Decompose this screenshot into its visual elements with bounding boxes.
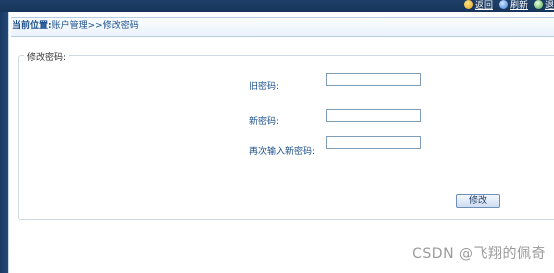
home-icon <box>463 0 473 9</box>
breadcrumb-prefix: 当前位置: <box>12 21 52 31</box>
breadcrumb: 当前位置:账户管理>>修改密码 <box>11 17 554 37</box>
watermark: CSDN @飞翔的佩奇 <box>412 246 546 262</box>
change-password-fieldset: 修改密码: 旧密码: 新密码: 再次输入新密码: 修改 <box>18 50 554 220</box>
left-sidebar-strip <box>0 12 8 273</box>
top-link-return[interactable]: 返回 <box>463 0 493 11</box>
top-links: 返回 刷新 退 <box>458 0 554 11</box>
old-password-label: 旧密码: <box>249 82 280 92</box>
confirm-password-input[interactable] <box>326 136 421 149</box>
submit-change-button[interactable]: 修改 <box>456 194 500 208</box>
exit-icon <box>533 0 543 9</box>
top-bar: 返回 刷新 退 <box>0 0 554 12</box>
top-link-refresh[interactable]: 刷新 <box>498 0 528 11</box>
top-link-refresh-label: 刷新 <box>509 0 528 11</box>
old-password-input[interactable] <box>326 73 421 86</box>
refresh-icon <box>498 0 508 9</box>
fieldset-legend: 修改密码: <box>24 50 70 63</box>
confirm-password-label: 再次输入新密码: <box>249 147 316 157</box>
breadcrumb-path: 账户管理>>修改密码 <box>51 21 139 31</box>
top-link-return-label: 返回 <box>474 0 493 11</box>
new-password-label: 新密码: <box>249 117 280 127</box>
top-link-exit-label: 退 <box>544 0 554 11</box>
new-password-input[interactable] <box>326 109 421 122</box>
main-panel: 当前位置:账户管理>>修改密码 修改密码: 旧密码: 新密码: 再次输入新密码:… <box>8 12 554 273</box>
top-link-exit[interactable]: 退 <box>533 0 554 11</box>
